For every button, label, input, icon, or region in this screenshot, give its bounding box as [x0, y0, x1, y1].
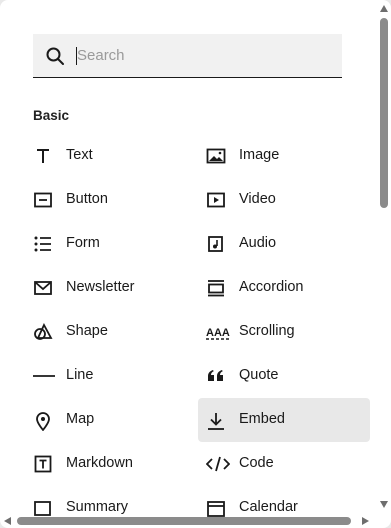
block-item-label: Form	[66, 235, 100, 251]
search-input[interactable]	[77, 34, 327, 77]
svg-text:AAA: AAA	[206, 327, 230, 339]
block-item-label: Accordion	[239, 279, 304, 295]
block-item-label: Image	[239, 147, 280, 163]
block-item-label: Text	[66, 147, 93, 163]
scroll-up-arrow-icon[interactable]	[380, 5, 388, 12]
embed-icon	[206, 411, 226, 430]
block-item-code[interactable]: Code	[198, 442, 370, 486]
line-icon	[33, 367, 55, 385]
quote-icon	[206, 367, 226, 385]
block-item-image[interactable]: Image	[198, 134, 370, 178]
block-item-label: Summary	[66, 499, 129, 515]
video-icon	[206, 191, 226, 209]
block-picker-panel: Basic Text Image Button Video Form Audio	[0, 0, 391, 528]
horizontal-scrollbar[interactable]	[0, 514, 391, 528]
block-item-accordion[interactable]: Accordion	[198, 266, 370, 310]
block-item-newsletter[interactable]: Newsletter	[25, 266, 197, 310]
block-item-shape[interactable]: Shape	[25, 310, 197, 354]
horizontal-scrollbar-thumb[interactable]	[17, 517, 351, 525]
search-icon	[45, 46, 65, 66]
section-title-basic: Basic	[33, 108, 70, 123]
block-item-label: Code	[239, 455, 274, 471]
block-item-text[interactable]: Text	[25, 134, 197, 178]
vertical-scrollbar-thumb[interactable]	[380, 18, 388, 208]
block-item-label: Calendar	[239, 499, 298, 515]
scroll-left-arrow-icon[interactable]	[4, 517, 11, 525]
code-icon	[206, 455, 230, 473]
block-item-label: Newsletter	[66, 279, 135, 295]
markdown-icon	[33, 455, 53, 473]
block-item-label: Quote	[239, 367, 279, 383]
block-item-audio[interactable]: Audio	[198, 222, 370, 266]
block-item-line[interactable]: Line	[25, 354, 197, 398]
block-item-label: Embed	[239, 411, 285, 427]
text-icon	[33, 147, 53, 165]
block-item-button[interactable]: Button	[25, 178, 197, 222]
search-bar[interactable]	[33, 34, 342, 78]
vertical-scrollbar[interactable]	[377, 0, 391, 514]
block-item-label: Markdown	[66, 455, 133, 471]
audio-icon	[206, 235, 226, 253]
block-item-form[interactable]: Form	[25, 222, 197, 266]
map-pin-icon	[33, 411, 53, 431]
form-icon	[33, 235, 53, 253]
scroll-right-arrow-icon[interactable]	[362, 517, 369, 525]
text-caret	[76, 47, 77, 65]
block-item-label: Button	[66, 191, 108, 207]
shape-icon	[33, 323, 53, 341]
scroll-down-arrow-icon[interactable]	[380, 501, 388, 508]
accordion-icon	[206, 279, 226, 297]
envelope-icon	[33, 279, 53, 297]
block-item-markdown[interactable]: Markdown	[25, 442, 197, 486]
block-item-label: Video	[239, 191, 276, 207]
scrolling-icon: AAA	[206, 323, 230, 341]
block-item-video[interactable]: Video	[198, 178, 370, 222]
block-item-label: Audio	[239, 235, 277, 251]
block-item-quote[interactable]: Quote	[198, 354, 370, 398]
block-item-map[interactable]: Map	[25, 398, 197, 442]
image-icon	[206, 147, 226, 165]
block-item-label: Shape	[66, 323, 108, 339]
block-item-scrolling[interactable]: AAA Scrolling	[198, 310, 370, 354]
block-item-embed[interactable]: Embed	[198, 398, 370, 442]
block-item-label: Line	[66, 367, 94, 383]
block-item-label: Map	[66, 411, 95, 427]
button-icon	[33, 191, 53, 209]
block-item-label: Scrolling	[239, 323, 295, 339]
